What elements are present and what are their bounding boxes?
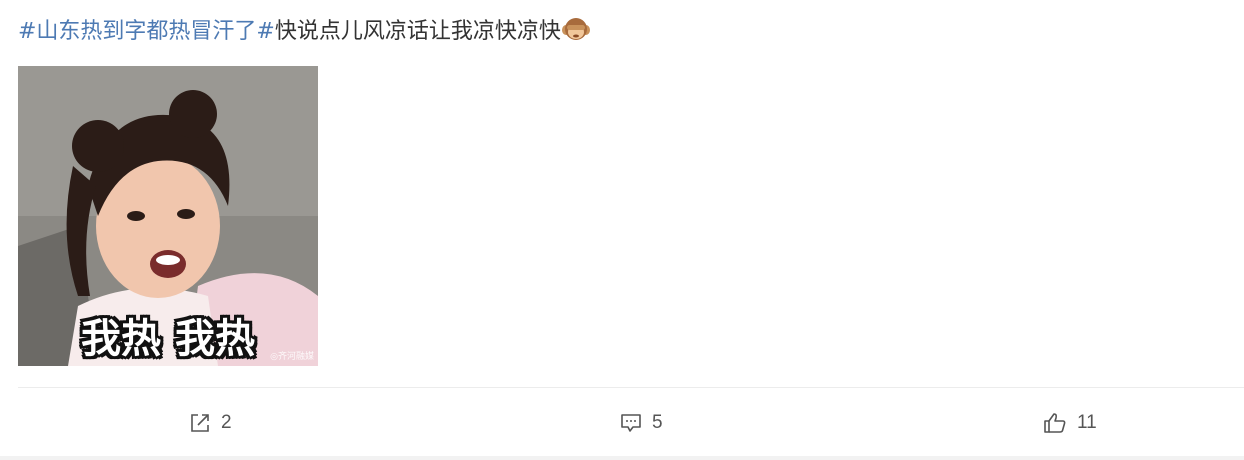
monkey-see-no-evil-icon <box>561 14 591 44</box>
comment-icon <box>621 414 641 432</box>
post-image[interactable]: 我热 我热 ◎齐河融媒 <box>18 66 318 366</box>
repost-icon <box>191 414 209 432</box>
thumbs-up-icon <box>1044 413 1066 433</box>
weibo-post: #山东热到字都热冒汗了#快说点儿风凉话让我凉快凉快 我热 我热 ◎齐河融媒 2 … <box>0 0 1244 460</box>
divider <box>18 387 1244 388</box>
comment-button[interactable]: 5 <box>620 409 663 437</box>
post-text: #山东热到字都热冒汗了#快说点儿风凉话让我凉快凉快 <box>18 14 591 49</box>
like-count: 11 <box>1077 412 1097 433</box>
image-watermark: ◎齐河融媒 <box>270 352 314 362</box>
like-button[interactable]: 11 <box>1043 409 1097 437</box>
repost-button[interactable]: 2 <box>189 409 232 437</box>
bottom-separator <box>0 456 1244 460</box>
repost-count: 2 <box>221 412 232 433</box>
comment-count: 5 <box>652 412 663 433</box>
action-bar: 2 5 11 <box>0 389 1244 457</box>
topic-link[interactable]: #山东热到字都热冒汗了# <box>18 19 275 44</box>
post-body: 快说点儿风凉话让我凉快凉快 <box>274 19 561 44</box>
